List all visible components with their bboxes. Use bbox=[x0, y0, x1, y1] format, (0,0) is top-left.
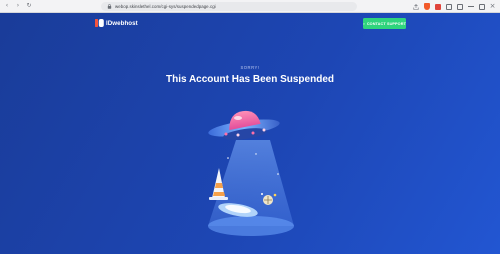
minimize-icon[interactable] bbox=[467, 3, 474, 10]
chat-icon bbox=[363, 22, 365, 25]
eyebrow-text: SORRY! bbox=[240, 65, 260, 70]
reload-icon[interactable]: ↻ bbox=[25, 2, 33, 10]
close-icon[interactable]: × bbox=[489, 3, 496, 10]
share-icon[interactable] bbox=[412, 3, 419, 10]
suspended-page: IDwebhost CONTACT SUPPORT SORRY! This Ac… bbox=[0, 13, 500, 254]
logo[interactable]: IDwebhost bbox=[95, 19, 138, 27]
page-title: This Account Has Been Suspended bbox=[166, 74, 334, 85]
extension-icon[interactable] bbox=[434, 3, 441, 10]
logo-text: IDwebhost bbox=[106, 19, 138, 27]
url-text: webop.skinslethel.com/cgi-sys/suspendedp… bbox=[115, 4, 216, 9]
back-icon[interactable]: ‹ bbox=[3, 2, 11, 10]
browser-toolbar: ‹ › ↻ webop.skinslethel.com/cgi-sys/susp… bbox=[0, 0, 500, 13]
sidebar-icon[interactable] bbox=[445, 3, 452, 10]
contact-support-button[interactable]: CONTACT SUPPORT bbox=[363, 18, 406, 29]
forward-icon[interactable]: › bbox=[14, 2, 22, 10]
maximize-icon[interactable] bbox=[478, 3, 485, 10]
address-bar[interactable]: webop.skinslethel.com/cgi-sys/suspendedp… bbox=[101, 2, 357, 11]
lock-icon bbox=[107, 4, 112, 9]
ufo-illustration bbox=[208, 110, 294, 236]
wallet-icon[interactable] bbox=[456, 3, 463, 10]
shield-extension-icon[interactable] bbox=[423, 3, 430, 10]
logo-mark-icon bbox=[95, 19, 104, 27]
contact-support-label: CONTACT SUPPORT bbox=[366, 21, 406, 26]
